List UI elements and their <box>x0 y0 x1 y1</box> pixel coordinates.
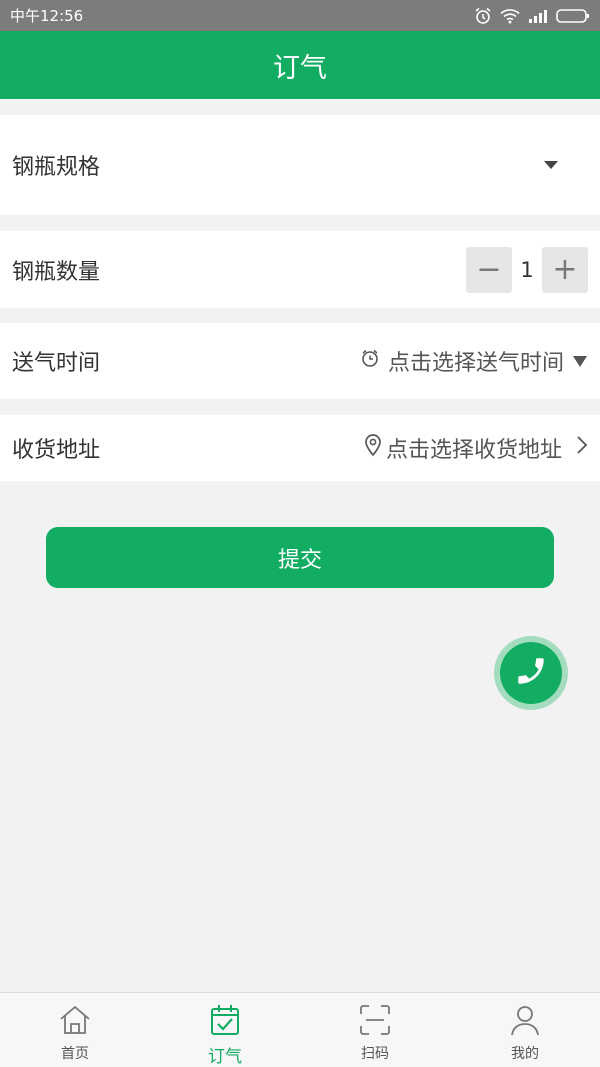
battery-icon <box>556 8 590 24</box>
call-button[interactable] <box>494 636 568 710</box>
tab-order-gas-label: 订气 <box>208 1047 242 1067</box>
cylinder-spec-label: 钢瓶规格 <box>12 155 101 180</box>
tab-scan-label: 扫码 <box>361 1046 389 1062</box>
cylinder-qty-row: 钢瓶数量 − 1 + <box>0 231 600 308</box>
alarm-icon <box>474 7 492 25</box>
tab-scan[interactable]: 扫码 <box>300 993 450 1067</box>
address-label: 收货地址 <box>12 438 101 463</box>
quantity-value: 1 <box>520 257 534 282</box>
clock-icon <box>360 348 380 374</box>
delivery-time-row[interactable]: 送气时间 点击选择送气时间 <box>0 323 600 399</box>
tab-home-label: 首页 <box>61 1046 89 1062</box>
delivery-time-placeholder: 点击选择送气时间 <box>387 351 564 376</box>
status-time: 中午12:56 <box>10 7 84 25</box>
address-placeholder: 点击选择收货地址 <box>385 438 562 463</box>
scan-icon <box>358 1001 392 1039</box>
phone-icon <box>514 654 548 692</box>
app-header: 订气 <box>0 31 600 99</box>
quantity-stepper: − 1 + <box>466 246 588 293</box>
cylinder-qty-label: 钢瓶数量 <box>12 259 101 285</box>
bottom-tab-bar: 首页 订气 扫码 我的 <box>0 992 600 1067</box>
home-icon <box>58 1001 92 1039</box>
tab-home[interactable]: 首页 <box>0 993 150 1067</box>
increment-button[interactable]: + <box>542 246 588 293</box>
tab-order-gas[interactable]: 订气 <box>150 993 300 1067</box>
delivery-time-label: 送气时间 <box>12 351 101 376</box>
location-pin-icon <box>363 433 383 463</box>
caret-down-icon <box>572 349 588 374</box>
status-bar: 中午12:56 <box>0 0 600 31</box>
page-title: 订气 <box>273 52 327 84</box>
address-row[interactable]: 收货地址 点击选择收货地址 <box>0 415 600 481</box>
signal-icon <box>528 9 548 23</box>
user-icon <box>508 1001 542 1039</box>
chevron-down-icon[interactable] <box>544 161 558 169</box>
status-icons <box>474 7 590 25</box>
cylinder-spec-row[interactable]: 钢瓶规格 <box>0 115 600 215</box>
submit-button[interactable]: 提交 <box>46 527 554 588</box>
tab-profile[interactable]: 我的 <box>450 993 600 1067</box>
tab-profile-label: 我的 <box>511 1046 539 1062</box>
chevron-right-icon <box>576 435 588 461</box>
calendar-check-icon <box>209 1001 241 1038</box>
decrement-button[interactable]: − <box>466 246 512 293</box>
wifi-icon <box>500 8 520 24</box>
